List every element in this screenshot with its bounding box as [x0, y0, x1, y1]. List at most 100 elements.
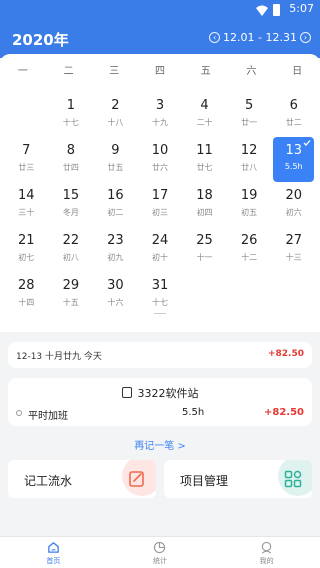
- day-number: 7: [22, 143, 31, 158]
- calendar-day[interactable]: 14 三十: [4, 182, 49, 227]
- calendar-day[interactable]: 13 5.5h: [273, 137, 314, 182]
- summary-amount: +82.50: [267, 349, 304, 359]
- calendar-day[interactable]: 4 二十: [182, 92, 227, 137]
- tab-profile[interactable]: 我的: [213, 537, 320, 568]
- month-range-label[interactable]: 12.01 - 12.31: [223, 31, 297, 44]
- work-log-tile[interactable]: 记工流水: [8, 460, 156, 498]
- lunar-date: 初八: [62, 253, 79, 262]
- month-range-switcher: ‹ 12.01 - 12.31 ›: [206, 31, 314, 44]
- calendar-day[interactable]: 23 初九: [93, 227, 138, 272]
- weekday-label: 二: [63, 66, 74, 77]
- site-record-card[interactable]: 3322软件站 平时加班 5.5h +82.50: [8, 378, 312, 426]
- lunar-date: 十八: [107, 118, 124, 127]
- lunar-date: 廿七: [196, 163, 213, 172]
- calendar-day[interactable]: 5 廿一: [227, 92, 272, 137]
- lunar-date: 十七: [151, 298, 168, 307]
- pie-chart-icon: [154, 541, 166, 554]
- day-number: 16: [107, 188, 124, 203]
- lunar-date: 三十: [18, 208, 35, 217]
- calendar-day[interactable]: 27 十三: [271, 227, 316, 272]
- lunar-date: 初十: [151, 253, 168, 262]
- lunar-date: 初二: [107, 208, 124, 217]
- check-icon: [303, 140, 311, 146]
- tab-statistics-label: 统计: [152, 557, 167, 565]
- status-time: 5:07: [289, 2, 314, 15]
- day-number: 24: [151, 233, 169, 248]
- day-number: 3: [155, 98, 165, 113]
- calendar-day[interactable]: 9 廿五: [93, 137, 138, 182]
- lunar-date: 初七: [18, 253, 35, 262]
- calendar-day[interactable]: 1 十七: [49, 92, 94, 137]
- tab-home[interactable]: 首页: [0, 537, 107, 568]
- calendar-day[interactable]: 2 十八: [93, 92, 138, 137]
- lunar-date: 十四: [18, 298, 35, 307]
- project-management-tile[interactable]: 项目管理: [164, 460, 312, 498]
- status-bar: 5:07: [0, 0, 320, 20]
- weekday-row: 一 二 三 四 五 六 日: [0, 62, 320, 77]
- calendar-day[interactable]: 3 十九: [138, 92, 183, 137]
- lunar-date: 十一: [196, 253, 213, 262]
- lunar-date: 廿五: [107, 163, 124, 172]
- day-number: 29: [62, 278, 80, 293]
- lunar-date: 廿四: [62, 163, 79, 172]
- lunar-date: 廿三: [18, 163, 35, 172]
- calendar-day[interactable]: 22 初八: [49, 227, 94, 272]
- tab-statistics[interactable]: 统计: [107, 537, 214, 568]
- day-number: 17: [151, 188, 169, 203]
- work-log-label: 记工流水: [24, 474, 73, 488]
- prev-month-icon[interactable]: ‹: [209, 32, 221, 43]
- home-icon: [48, 542, 59, 553]
- day-number: 1: [66, 98, 75, 113]
- day-number: 28: [18, 278, 35, 293]
- lunar-date: 十二: [241, 253, 258, 262]
- calendar-day[interactable]: 21 初七: [4, 227, 49, 272]
- next-month-icon[interactable]: ›: [300, 32, 311, 43]
- calendar-day[interactable]: 16 初二: [93, 182, 138, 227]
- calendar-day[interactable]: 8 廿四: [49, 137, 94, 182]
- calendar-day[interactable]: 31 十七: [138, 272, 183, 317]
- grid-apps-icon: [284, 470, 302, 488]
- calendar-day[interactable]: 17 初三: [138, 182, 183, 227]
- day-summary-card[interactable]: 12-13 十月廿九 今天 +82.50: [8, 342, 312, 368]
- day-number: 6: [289, 98, 298, 113]
- calendar-day[interactable]: 26 十二: [227, 227, 272, 272]
- calendar-day[interactable]: 6 廿二: [271, 92, 316, 137]
- calendar-day[interactable]: 10 廿六: [138, 137, 183, 182]
- calendar-day[interactable]: 20 初六: [271, 182, 316, 227]
- record-hours: 5.5h: [182, 407, 205, 418]
- calendar-day[interactable]: 19 初五: [227, 182, 272, 227]
- summary-date: 12-13 十月廿九 今天: [16, 352, 102, 362]
- year-title[interactable]: 2020年: [12, 29, 69, 50]
- calendar-empty-cell: [4, 92, 49, 137]
- calendar-day[interactable]: 30 十六: [93, 272, 138, 317]
- calendar-panel: 一 二 三 四 五 六 日 1 十七 2 十八 3 十九 4 二十 5 廿一 6 廿二 7 廿三 8 廿四 9 廿…: [0, 54, 320, 332]
- calendar-day[interactable]: 29 十五: [49, 272, 94, 317]
- calendar-day[interactable]: 25 十一: [182, 227, 227, 272]
- site-title: 3322软件站: [8, 385, 312, 401]
- record-name: 平时加班: [28, 411, 68, 422]
- lunar-date: 廿六: [151, 163, 168, 172]
- weekday-label: 五: [200, 66, 211, 77]
- day-number: 25: [196, 233, 213, 248]
- day-number: 30: [107, 278, 124, 293]
- month-end-divider: [153, 313, 166, 314]
- calendar-day[interactable]: 24 初十: [138, 227, 183, 272]
- calendar-day[interactable]: 18 初四: [182, 182, 227, 227]
- day-number: 14: [18, 188, 35, 203]
- user-icon: [261, 541, 272, 554]
- lunar-date: 廿一: [241, 118, 258, 127]
- calendar-day[interactable]: 28 十四: [4, 272, 49, 317]
- day-number: 5: [244, 98, 254, 113]
- lunar-date: 廿八: [241, 163, 258, 172]
- day-number: 26: [240, 233, 258, 248]
- calendar-day[interactable]: 7 廿三: [4, 137, 49, 182]
- weekday-label: 六: [246, 66, 257, 77]
- lunar-date: 初三: [151, 208, 168, 217]
- lunar-date: 十六: [107, 298, 124, 307]
- calendar-day[interactable]: 12 廿八: [227, 137, 272, 182]
- calendar-day[interactable]: 11 廿七: [182, 137, 227, 182]
- add-another-link[interactable]: 再记一笔 >: [0, 437, 320, 452]
- calendar-day[interactable]: 15 冬月: [49, 182, 94, 227]
- notebook-icon: [121, 387, 132, 398]
- record-amount: +82.50: [263, 407, 304, 418]
